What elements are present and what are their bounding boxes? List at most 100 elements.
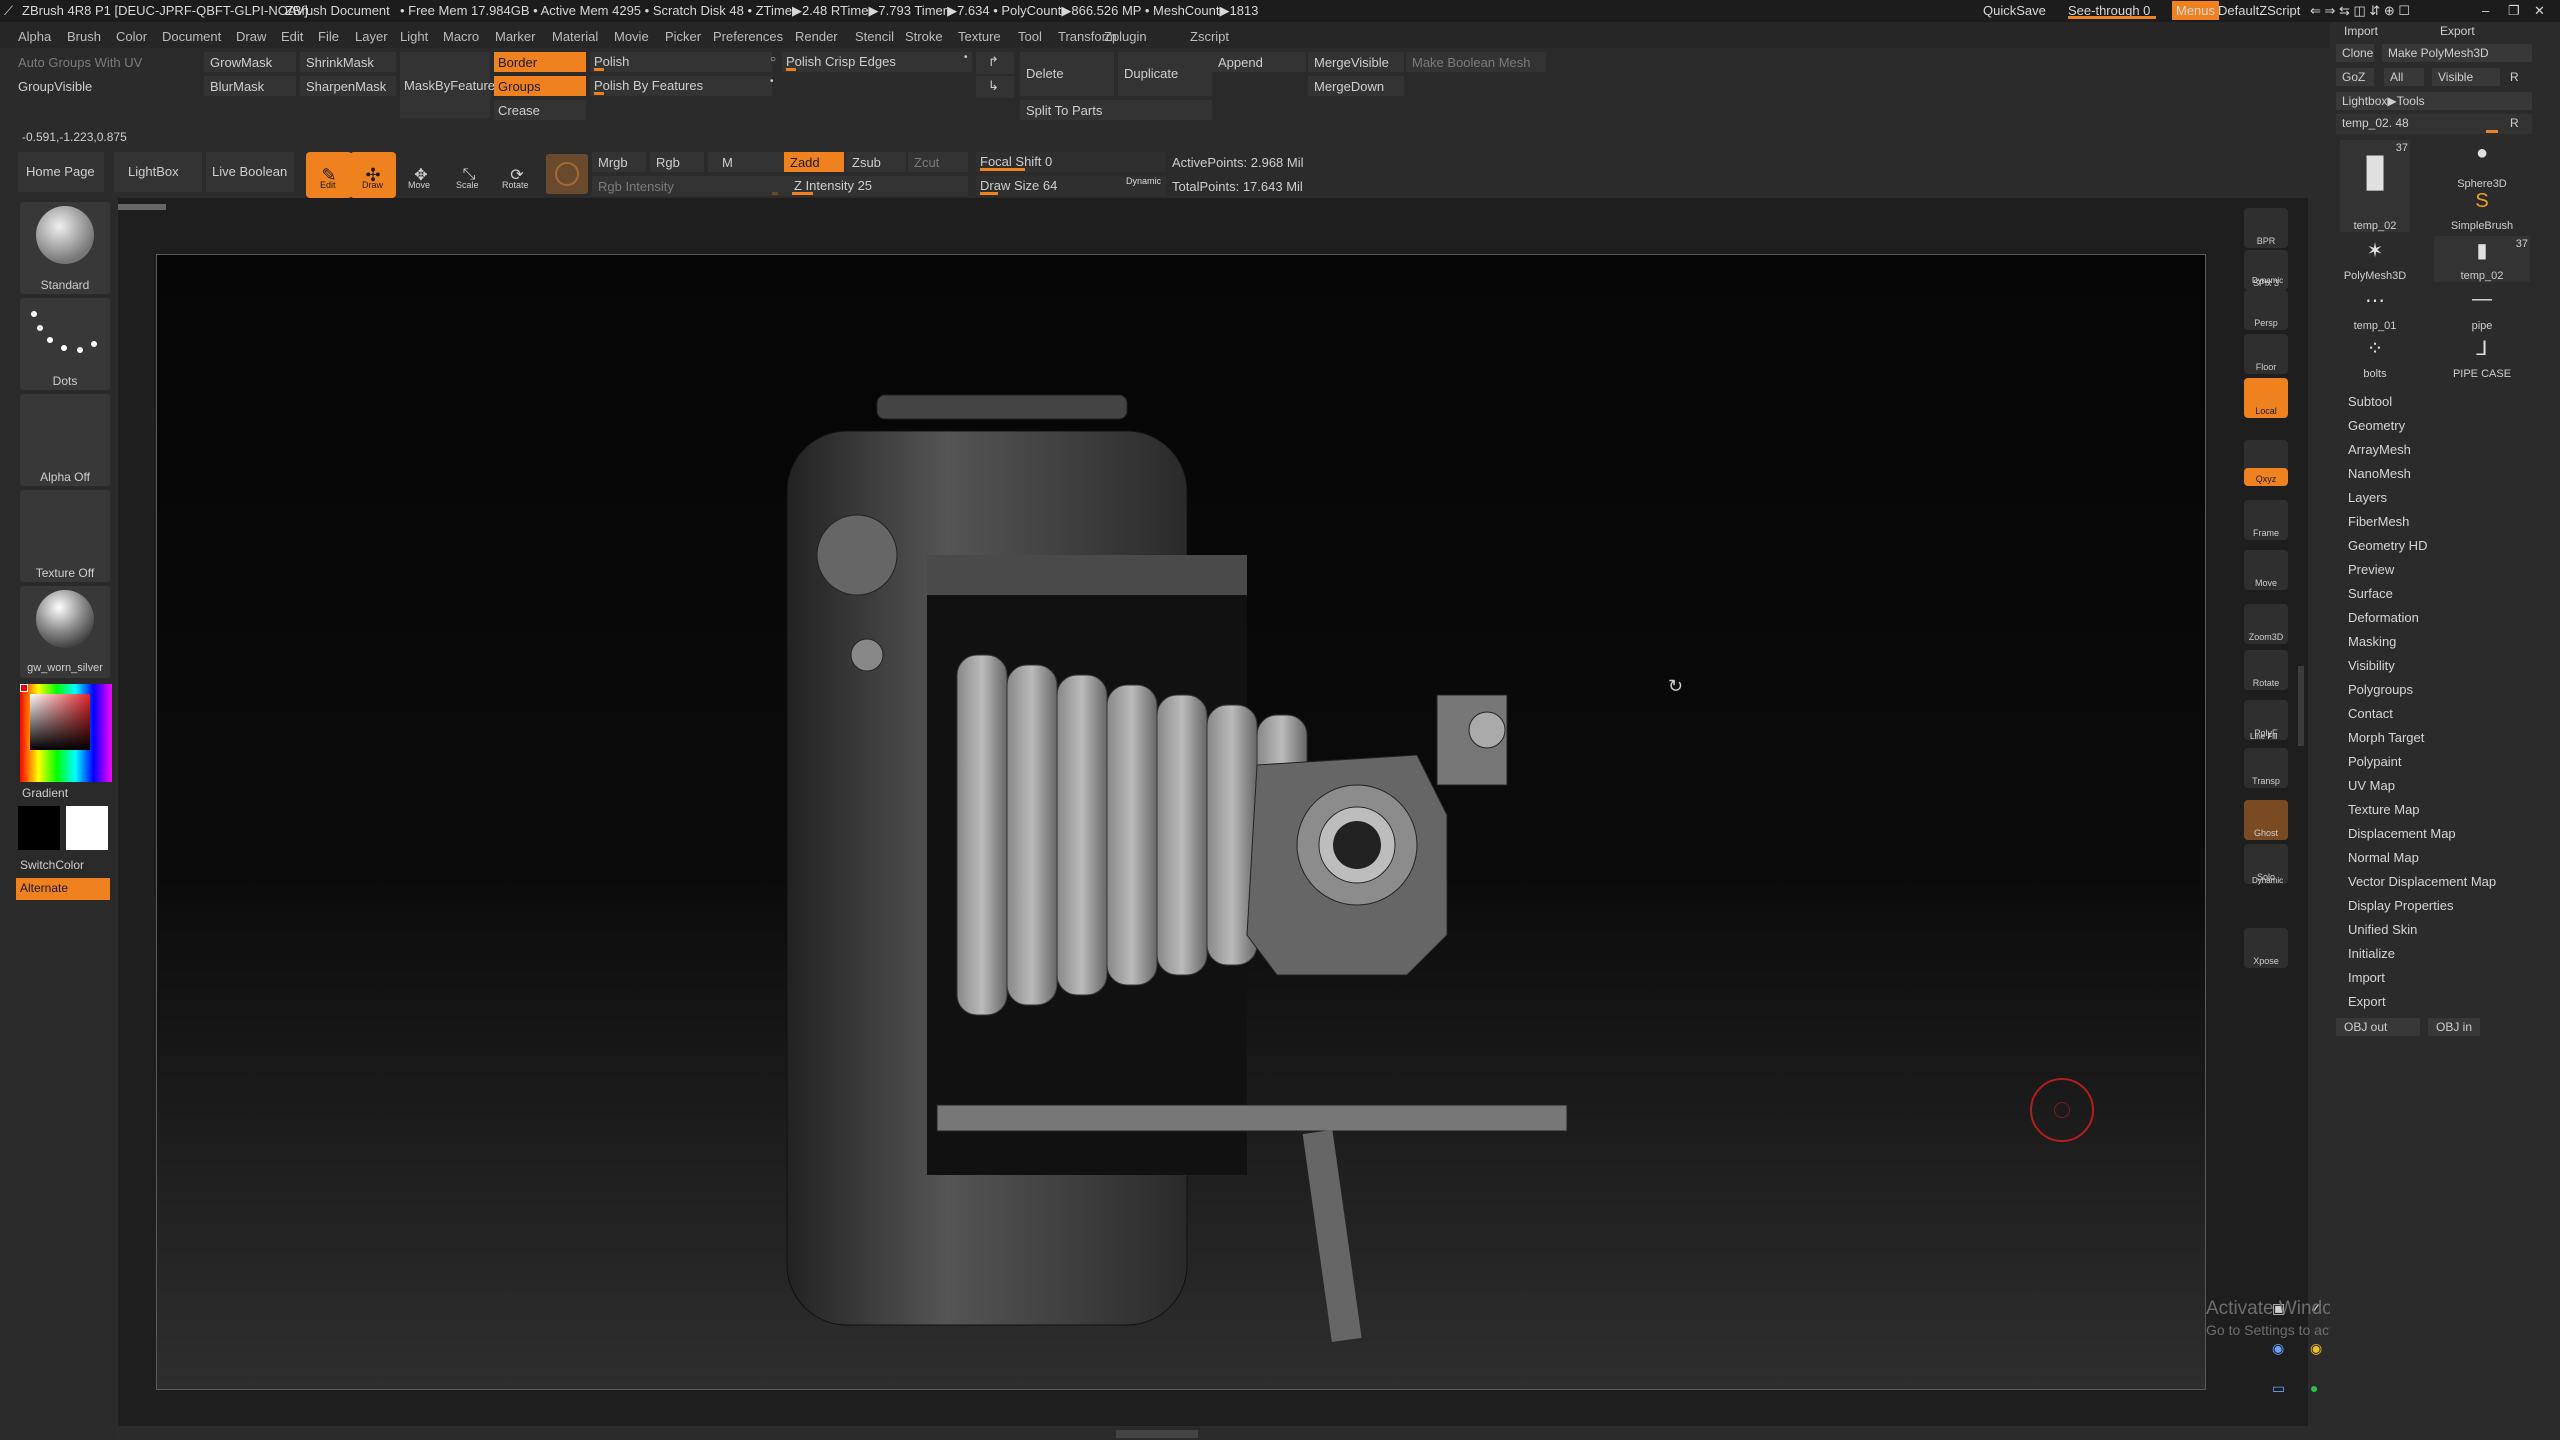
document-canvas[interactable]	[156, 254, 2206, 1390]
all-button[interactable]: All	[2384, 68, 2424, 86]
primary-color-swatch[interactable]	[18, 806, 60, 850]
tool-thumbnail-temp-02[interactable]: ▮ temp_02 37	[2434, 236, 2530, 282]
stroke-thumbnail[interactable]: Dots	[20, 298, 110, 390]
menu-alpha[interactable]: Alpha	[18, 29, 51, 44]
merge-down-button[interactable]: MergeDown	[1308, 76, 1404, 96]
goz-button[interactable]: GoZ	[2336, 68, 2374, 86]
menu-color[interactable]: Color	[116, 29, 147, 44]
subpalette-export[interactable]: Export	[2348, 994, 2386, 1009]
alternate-toggle[interactable]: Alternate	[16, 878, 110, 900]
export-button[interactable]: Export	[2440, 24, 2475, 38]
tool-thumbnail-simplebrush[interactable]: S SimpleBrush	[2440, 188, 2524, 232]
grow-mask-button[interactable]: GrowMask	[204, 52, 296, 72]
menus-toggle[interactable]: Menus	[2172, 1, 2220, 20]
bottom-shelf-handle[interactable]	[1116, 1430, 1198, 1438]
material-swatch-button[interactable]	[546, 154, 588, 194]
shelf-local-button[interactable]: Local	[2244, 378, 2288, 418]
shelf-persp-button[interactable]: Persp	[2244, 290, 2288, 330]
current-tool-slider[interactable]: temp_02. 48	[2336, 114, 2532, 134]
group-visible-button[interactable]: GroupVisible	[18, 79, 92, 94]
live-boolean-button[interactable]: Live Boolean	[206, 152, 294, 192]
restore-icon[interactable]: ❐	[2508, 3, 2520, 19]
dynamic-toggle[interactable]: Dynamic	[1126, 176, 1161, 186]
subpalette-geometry-hd[interactable]: Geometry HD	[2348, 538, 2427, 553]
shelf-zoom3d-button[interactable]: Zoom3D	[2244, 604, 2288, 644]
blur-mask-button[interactable]: BlurMask	[204, 76, 296, 96]
subpalette-geometry[interactable]: Geometry	[2348, 418, 2405, 433]
shelf-ghost-button[interactable]: Ghost	[2244, 800, 2288, 840]
lightbox-button[interactable]: LightBox	[114, 152, 202, 192]
default-zscript-button[interactable]: DefaultZScript	[2218, 3, 2300, 18]
border-toggle[interactable]: Border	[494, 52, 586, 72]
color-square[interactable]	[30, 694, 90, 750]
subpalette-texture-map[interactable]: Texture Map	[2348, 802, 2420, 817]
brush-thumbnail[interactable]: Standard	[20, 202, 110, 294]
arrow-down-button[interactable]: ↳	[976, 76, 1014, 98]
zadd-toggle[interactable]: Zadd	[784, 152, 844, 172]
subpalette-visibility[interactable]: Visibility	[2348, 658, 2395, 673]
subpalette-initialize[interactable]: Initialize	[2348, 946, 2395, 961]
subpalette-displacement-map[interactable]: Displacement Map	[2348, 826, 2456, 841]
menu-marker[interactable]: Marker	[495, 29, 535, 44]
rgb-intensity-slider[interactable]: Rgb Intensity	[592, 176, 788, 196]
canvas-scroll-handle[interactable]	[118, 204, 166, 210]
menu-light[interactable]: Light	[400, 29, 428, 44]
menu-stencil[interactable]: Stencil	[855, 29, 894, 44]
make-boolean-mesh-button[interactable]: Make Boolean Mesh	[1406, 52, 1546, 72]
close-icon[interactable]: ✕	[2534, 3, 2545, 19]
menu-edit[interactable]: Edit	[281, 29, 303, 44]
menu-macro[interactable]: Macro	[443, 29, 479, 44]
menu-material[interactable]: Material	[552, 29, 598, 44]
secondary-color-swatch[interactable]	[66, 806, 108, 850]
menu-movie[interactable]: Movie	[614, 29, 649, 44]
duplicate-button[interactable]: Duplicate	[1118, 52, 1212, 96]
shelf-bpr-button[interactable]: BPR	[2244, 208, 2288, 248]
shelf-transp-button[interactable]: Transp	[2244, 748, 2288, 788]
zsub-toggle[interactable]: Zsub	[846, 152, 906, 172]
menu-texture[interactable]: Texture	[958, 29, 1001, 44]
menu-layer[interactable]: Layer	[355, 29, 388, 44]
home-page-button[interactable]: Home Page	[18, 152, 104, 192]
tool-thumbnail-polymesh3d[interactable]: ✶ PolyMesh3D	[2340, 236, 2410, 282]
move-button[interactable]: ✥	[398, 152, 444, 198]
subpalette-layers[interactable]: Layers	[2348, 490, 2387, 505]
menu-zscript[interactable]: Zscript	[1190, 29, 1229, 44]
alpha-thumbnail[interactable]: Alpha Off	[20, 394, 110, 486]
menu-stroke[interactable]: Stroke	[905, 29, 943, 44]
shelf-floor-button[interactable]: Floor	[2244, 334, 2288, 374]
r-button[interactable]: R	[2510, 70, 2519, 84]
polish-slider[interactable]: Polish	[590, 52, 772, 72]
edit-button[interactable]: ✎	[306, 152, 352, 198]
subpalette-surface[interactable]: Surface	[2348, 586, 2393, 601]
obj-out-button[interactable]: OBJ out	[2336, 1018, 2420, 1036]
draw-button[interactable]: ✣	[350, 152, 396, 198]
make-polymesh-button[interactable]: Make PolyMesh3D	[2382, 44, 2532, 62]
subpalette-contact[interactable]: Contact	[2348, 706, 2393, 721]
tool-thumbnail-temp-02[interactable]: ▮ temp_02 37	[2340, 140, 2410, 232]
delete-button[interactable]: Delete	[1020, 52, 1114, 96]
monitor-icon[interactable]: ▭	[2272, 1380, 2285, 1397]
polish-radio-icon[interactable]: ○	[770, 54, 776, 65]
menu-zplugin[interactable]: Zplugin	[1104, 29, 1147, 44]
polish-crisp-edges-slider[interactable]: Polish Crisp Edges	[782, 52, 972, 72]
sharpen-mask-button[interactable]: SharpenMask	[300, 76, 396, 96]
layout-icons[interactable]: ⇐ ⇒ ⇆ ◫ ⇵ ⊕ ☐	[2310, 3, 2410, 19]
subpalette-vector-displacement-map[interactable]: Vector Displacement Map	[2348, 874, 2496, 889]
rotate-button[interactable]: ⟳	[494, 152, 540, 198]
subpalette-nanomesh[interactable]: NanoMesh	[2348, 466, 2411, 481]
shelf-rotate-button[interactable]: Rotate	[2244, 650, 2288, 690]
camera-model[interactable]	[157, 255, 2207, 1391]
split-to-parts-button[interactable]: Split To Parts	[1020, 100, 1212, 120]
subpalette-preview[interactable]: Preview	[2348, 562, 2394, 577]
right-shelf-scroll[interactable]	[2298, 666, 2304, 746]
menu-document[interactable]: Document	[162, 29, 221, 44]
shelf-xpose-button[interactable]: Xpose	[2244, 928, 2288, 968]
focal-shift-slider[interactable]: Focal Shift 0	[976, 152, 1166, 172]
subpalette-arraymesh[interactable]: ArrayMesh	[2348, 442, 2411, 457]
append-button[interactable]: Append	[1212, 52, 1306, 72]
mask-by-feature-button[interactable]: MaskByFeature	[400, 52, 495, 118]
visible-button[interactable]: Visible	[2432, 68, 2500, 86]
m-toggle[interactable]: M	[708, 152, 788, 172]
merge-visible-button[interactable]: MergeVisible	[1308, 52, 1404, 72]
texture-thumbnail[interactable]: Texture Off	[20, 490, 110, 582]
